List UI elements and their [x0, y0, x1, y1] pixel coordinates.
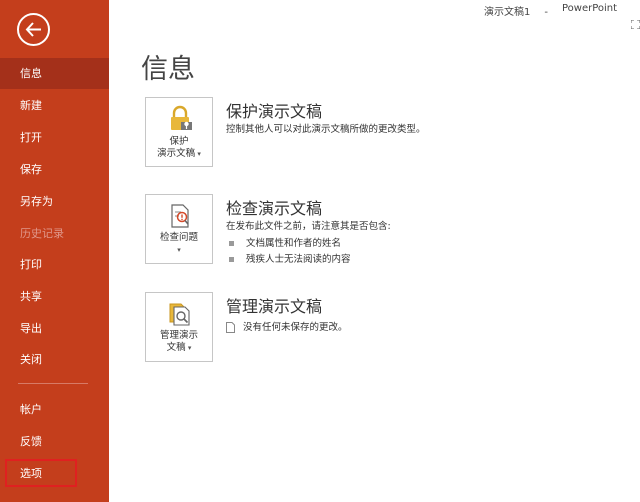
- nav-export[interactable]: 导出: [0, 313, 109, 344]
- screenshot-icon[interactable]: [631, 20, 640, 29]
- dropdown-caret-icon: ▾: [177, 246, 181, 254]
- manage-button-label-1: 管理演示: [159, 330, 198, 341]
- inspect-bullet-2-text: 残疾人士无法阅读的内容: [246, 254, 351, 265]
- page-title: 信息: [141, 54, 195, 85]
- nav-info[interactable]: 信息: [0, 58, 109, 89]
- check-issues-button-label: 检查问题: [159, 232, 198, 243]
- check-for-issues-button[interactable]: 检查问题 ▾: [145, 194, 213, 264]
- nav-close[interactable]: 关闭: [0, 344, 109, 375]
- inspect-bullet-1-text: 文档属性和作者的姓名: [246, 238, 342, 249]
- bullet-square-icon: [229, 257, 234, 262]
- app-name: PowerPoint: [562, 3, 618, 14]
- title-separator: -: [544, 7, 548, 18]
- protect-button-label-2: 演示文稿: [157, 148, 196, 159]
- inspect-bullet-1: 文档属性和作者的姓名: [229, 235, 341, 249]
- manage-document-icon: [169, 303, 190, 326]
- nav-save[interactable]: 保存: [0, 154, 109, 185]
- nav-save-as[interactable]: 另存为: [0, 186, 109, 217]
- lock-icon: [171, 105, 192, 130]
- document-icon: [226, 322, 235, 333]
- protect-button-label-1: 保护: [169, 136, 189, 147]
- nav-share[interactable]: 共享: [0, 281, 109, 312]
- options-highlight-box: [5, 459, 77, 487]
- backstage-sidebar: 信息 新建 打开 保存 另存为 历史记录 打印 共享 导出 关闭 帐户 反馈 选…: [0, 0, 109, 502]
- manage-button-label-2-row: 文稿 ▾: [146, 342, 212, 354]
- manage-presentation-button[interactable]: 管理演示 文稿 ▾: [145, 292, 213, 362]
- manage-status-text: 没有任何未保存的更改。: [243, 322, 348, 333]
- dropdown-caret-icon: ▾: [195, 150, 201, 158]
- protect-section-description: 控制其他人可以对此演示文稿所做的更改类型。: [226, 124, 426, 135]
- protect-button-label-2-row: 演示文稿 ▾: [146, 148, 212, 160]
- dropdown-caret-icon: ▾: [185, 344, 192, 352]
- nav-feedback[interactable]: 反馈: [0, 426, 109, 457]
- nav-print[interactable]: 打印: [0, 249, 109, 280]
- inspect-section-heading: 检查演示文稿: [226, 199, 323, 218]
- bullet-square-icon: [229, 241, 234, 246]
- arrow-left-icon: [25, 22, 41, 37]
- protect-presentation-button[interactable]: 保护 演示文稿 ▾: [145, 97, 213, 167]
- document-title: 演示文稿1: [484, 7, 531, 18]
- nav-new[interactable]: 新建: [0, 90, 109, 121]
- window-title: 演示文稿1 - PowerPoint: [484, 3, 640, 18]
- manage-section-status: 没有任何未保存的更改。: [226, 319, 348, 333]
- check-issues-caret-row: ▾: [146, 244, 212, 256]
- manage-section-heading: 管理演示文稿: [226, 297, 323, 316]
- manage-button-label-2: 文稿: [166, 342, 186, 353]
- protect-section-heading: 保护演示文稿: [226, 102, 323, 121]
- inspect-bullet-2: 残疾人士无法阅读的内容: [229, 251, 351, 265]
- nav-divider: [18, 383, 88, 384]
- back-button[interactable]: [17, 13, 50, 46]
- inspect-document-icon: [171, 204, 189, 228]
- inspect-section-description: 在发布此文件之前，请注意其是否包含:: [226, 221, 391, 232]
- nav-history: 历史记录: [20, 227, 64, 240]
- nav-account[interactable]: 帐户: [0, 394, 109, 425]
- nav-open[interactable]: 打开: [0, 122, 109, 153]
